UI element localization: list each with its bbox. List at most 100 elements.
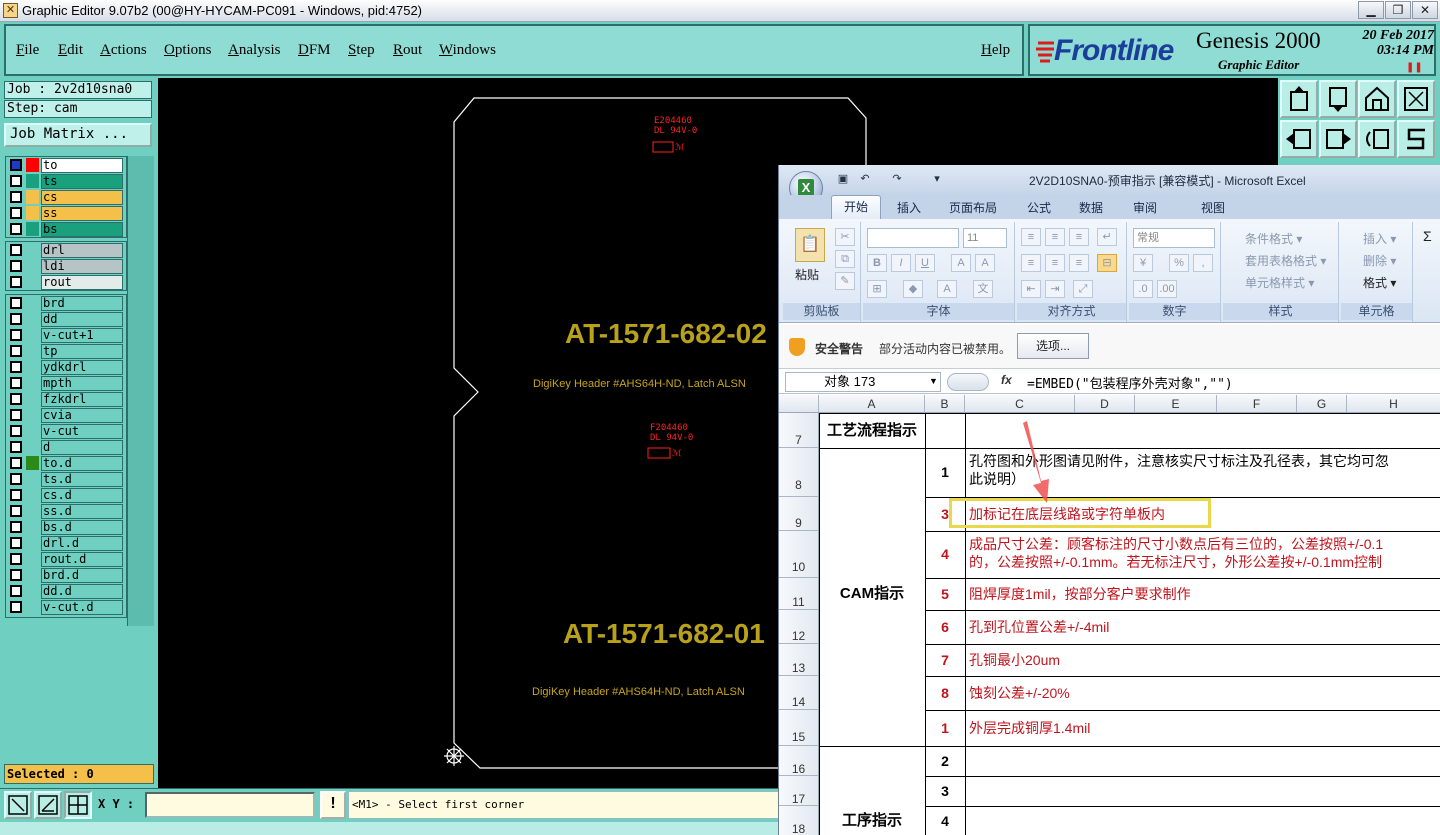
layer-row-ts.d[interactable]: ts.d [6, 471, 126, 487]
layer-checkbox[interactable] [10, 244, 22, 256]
layer-name[interactable]: rout [41, 275, 123, 290]
layer-row-dd[interactable]: dd [6, 311, 126, 327]
layer-row-ss.d[interactable]: ss.d [6, 503, 126, 519]
conditional-format-button[interactable]: 条件格式 ▾ [1245, 230, 1302, 247]
currency-icon[interactable]: ¥ [1133, 254, 1153, 272]
layer-row-v-cut+1[interactable]: v-cut+1 [6, 327, 126, 343]
format-painter-icon[interactable]: ✎ [835, 272, 855, 290]
layer-color-swatch[interactable] [26, 275, 39, 289]
layer-color-swatch[interactable] [26, 568, 39, 582]
layer-color-swatch[interactable] [26, 259, 39, 273]
layer-checkbox[interactable] [10, 457, 22, 469]
layer-checkbox[interactable] [10, 601, 22, 613]
alert-button[interactable]: ! [320, 791, 346, 819]
layer-color-swatch[interactable] [26, 222, 39, 236]
comma-icon[interactable]: , [1193, 254, 1213, 272]
layer-color-swatch[interactable] [26, 360, 39, 374]
layer-row-rout[interactable]: rout [6, 274, 126, 290]
layer-checkbox[interactable] [10, 489, 22, 501]
window-fit-icon[interactable] [1397, 80, 1435, 118]
number-format-select[interactable]: 常规 [1133, 228, 1215, 248]
layer-checkbox[interactable] [10, 537, 22, 549]
name-box[interactable]: 对象 173 [785, 372, 941, 392]
layer-row-ss[interactable]: ss [6, 205, 126, 221]
layer-name[interactable]: cs.d [41, 488, 123, 503]
layer-row-brd[interactable]: brd [6, 295, 126, 311]
format-cells-button[interactable]: 格式 ▾ [1363, 274, 1396, 291]
italic-icon[interactable]: I [891, 254, 911, 272]
menu-analysis[interactable]: Analysis [228, 42, 281, 59]
zoom-area-icon[interactable] [4, 791, 32, 819]
layer-checkbox[interactable] [10, 569, 22, 581]
layer-row-fzkdrl[interactable]: fzkdrl [6, 391, 126, 407]
fill-color-icon[interactable]: ◆ [903, 280, 923, 298]
layer-name[interactable]: ss [41, 206, 123, 221]
name-box-dropdown-icon[interactable]: ▼ [929, 376, 938, 386]
tab-insert[interactable]: 插入 [897, 199, 921, 216]
layer-checkbox[interactable] [10, 409, 22, 421]
layer-checkbox[interactable] [10, 159, 22, 171]
align-bottom-icon[interactable]: ≡ [1069, 228, 1089, 246]
decrease-indent-icon[interactable]: ⇤ [1021, 280, 1041, 298]
layer-row-ts[interactable]: ts [6, 173, 126, 189]
layer-name[interactable]: dd.d [41, 584, 123, 599]
cell-styles-button[interactable]: 单元格样式 ▾ [1245, 274, 1314, 291]
layer-name[interactable]: rout.d [41, 552, 123, 567]
layer-checkbox[interactable] [10, 260, 22, 272]
decrease-decimal-icon[interactable]: .00 [1157, 280, 1177, 298]
delete-cells-button[interactable]: 删除 ▾ [1363, 252, 1396, 269]
maximize-button[interactable]: ❐ [1385, 1, 1411, 19]
layer-name[interactable]: cvia [41, 408, 123, 423]
layer-checkbox[interactable] [10, 473, 22, 485]
cut-icon[interactable]: ✂ [835, 228, 855, 246]
layer-checkbox[interactable] [10, 377, 22, 389]
layer-name[interactable]: cs [41, 190, 123, 205]
formula-bar-handle[interactable] [947, 373, 989, 391]
bold-icon[interactable]: B [867, 254, 887, 272]
underline-icon[interactable]: U [915, 254, 935, 272]
layer-color-swatch[interactable] [26, 158, 39, 172]
layer-row-ydkdrl[interactable]: ydkdrl [6, 359, 126, 375]
menu-dfm[interactable]: DFM [298, 42, 331, 59]
layer-color-swatch[interactable] [26, 312, 39, 326]
mirror-icon[interactable] [1397, 120, 1435, 158]
layer-row-drl.d[interactable]: drl.d [6, 535, 126, 551]
layer-checkbox[interactable] [10, 223, 22, 235]
layer-row-cvia[interactable]: cvia [6, 407, 126, 423]
formula-input[interactable]: =EMBED("包装程序外壳对象","") [1027, 373, 1233, 392]
measure-icon[interactable] [34, 791, 62, 819]
layer-name[interactable]: mpth [41, 376, 123, 391]
percent-icon[interactable]: % [1169, 254, 1189, 272]
layer-color-swatch[interactable] [26, 344, 39, 358]
layer-row-ldi[interactable]: ldi [6, 258, 126, 274]
layer-color-swatch[interactable] [26, 392, 39, 406]
close-button[interactable]: ✕ [1412, 1, 1438, 19]
layer-row-v-cut[interactable]: v-cut [6, 423, 126, 439]
layer-row-v-cut.d[interactable]: v-cut.d [6, 599, 126, 615]
layer-name[interactable]: ldi [41, 259, 123, 274]
layer-name[interactable]: d [41, 440, 123, 455]
layer-color-swatch[interactable] [26, 440, 39, 454]
job-name[interactable]: Job : 2v2d10sna0 [4, 81, 152, 99]
tab-page-layout[interactable]: 页面布局 [949, 199, 997, 216]
security-options-button[interactable]: 选项... [1017, 333, 1089, 359]
layer-color-swatch[interactable] [26, 174, 39, 188]
layer-name[interactable]: v-cut.d [41, 600, 123, 615]
layer-name[interactable]: drl [41, 243, 123, 258]
layer-checkbox[interactable] [10, 441, 22, 453]
layer-checkbox[interactable] [10, 345, 22, 357]
layer-row-to[interactable]: to [6, 157, 126, 173]
layer-name[interactable]: ts.d [41, 472, 123, 487]
xy-input[interactable] [145, 792, 315, 818]
layer-name[interactable]: ts [41, 174, 123, 189]
layer-color-swatch[interactable] [26, 376, 39, 390]
layer-checkbox[interactable] [10, 207, 22, 219]
layer-name[interactable]: bs.d [41, 520, 123, 535]
layer-checkbox[interactable] [10, 276, 22, 288]
tab-home[interactable]: 开始 [831, 195, 881, 220]
increase-decimal-icon[interactable]: .0 [1133, 280, 1153, 298]
layer-row-brd.d[interactable]: brd.d [6, 567, 126, 583]
paste-icon[interactable]: 📋 [795, 228, 825, 262]
download-icon[interactable] [1319, 80, 1357, 118]
menu-edit[interactable]: Edit [58, 42, 83, 59]
